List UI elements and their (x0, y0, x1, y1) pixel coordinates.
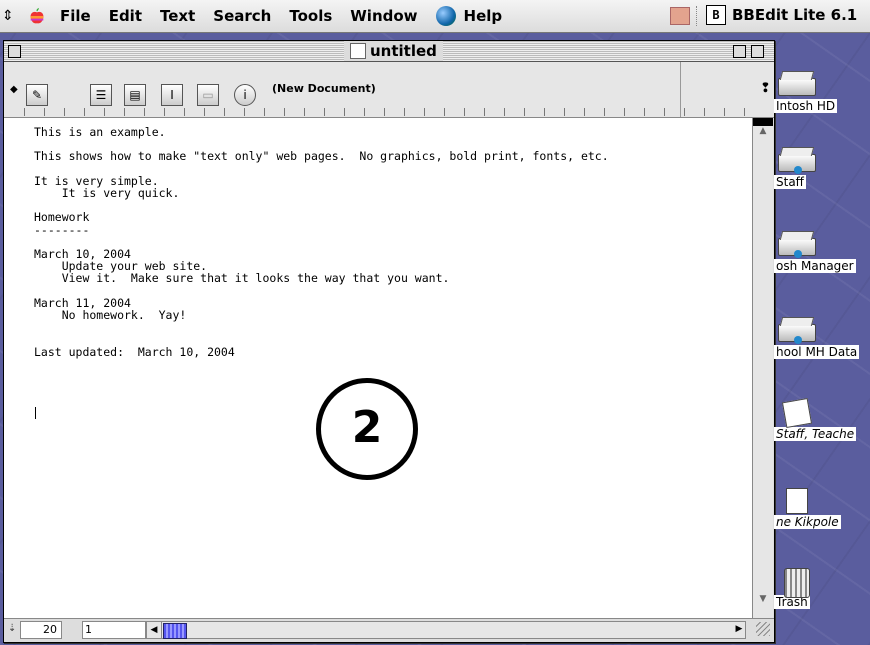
hard-drive-icon (778, 78, 816, 96)
desktop-icon-label: Staff (774, 175, 806, 189)
text-cursor-menu-icon[interactable]: I (161, 84, 183, 106)
line-number-field[interactable]: 20 (20, 621, 62, 639)
zoom-box-icon[interactable] (733, 45, 746, 58)
menu-text[interactable]: Text (160, 7, 195, 25)
document-menu-icon[interactable]: ▤ (124, 84, 146, 106)
menubar-divider (696, 6, 699, 26)
scroll-right-icon[interactable]: ▶ (732, 621, 746, 637)
alias-document-icon (781, 397, 813, 429)
wrap-toggle-icon[interactable]: ⇣ (8, 623, 16, 634)
info-icon[interactable]: i (234, 84, 256, 106)
document-window: untitled ◆ ✎ ☰ ▤ I ▭ i (New Document) ❢ … (3, 40, 775, 643)
document-icon (350, 43, 366, 59)
help-globe-icon[interactable] (435, 6, 456, 26)
text-cursor (35, 407, 36, 419)
scroll-up-icon[interactable]: ▲ (753, 126, 773, 142)
desktop-icon-kikpole[interactable]: ne Kikpole (774, 488, 870, 533)
collapse-box-icon[interactable] (751, 45, 764, 58)
apple-menu-icon[interactable] (28, 7, 46, 25)
desktop-icon-label: osh Manager (774, 259, 856, 273)
desktop-icon-hard-drive[interactable]: Intosh HD (774, 72, 870, 117)
window-title: untitled (370, 42, 437, 60)
desktop: ⇕ File Edit Text Search Tools Window Hel… (0, 0, 870, 645)
diamond-marker-icon: ◆ (10, 84, 18, 95)
folder-button-icon[interactable]: ▭ (197, 84, 219, 106)
status-bar: ⇣ 20 1 ◀ (4, 618, 774, 642)
menu-window[interactable]: Window (350, 7, 417, 25)
desktop-icon-trash[interactable]: Trash (774, 568, 870, 613)
menu-search[interactable]: Search (213, 7, 271, 25)
function-menu-icon[interactable]: ☰ (90, 84, 112, 106)
menu-help[interactable]: Help (464, 7, 503, 25)
bbedit-app-icon: B (706, 5, 726, 25)
document-toolbar: ◆ ✎ ☰ ▤ I ▭ i (New Document) ❢ (4, 62, 774, 118)
desktop-icon-staff[interactable]: Staff (774, 148, 870, 193)
folder-menu-icon[interactable] (670, 7, 690, 25)
scroll-left-icon[interactable]: ◀ (147, 622, 162, 638)
text-editor[interactable]: This is an example. This shows how to ma… (4, 118, 752, 618)
window-title-area: untitled (344, 41, 443, 61)
menu-tools[interactable]: Tools (289, 7, 332, 25)
document-text[interactable]: This is an example. This shows how to ma… (34, 126, 609, 358)
vertical-scrollbar[interactable]: ▲ ▼ (752, 118, 773, 618)
step-number-badge: 2 (316, 378, 418, 480)
desktop-icon-label: Staff, Teache (774, 427, 857, 441)
trash-icon (784, 568, 810, 598)
menu-edit[interactable]: Edit (109, 7, 142, 25)
desktop-icon-school-data[interactable]: hool MH Data (774, 318, 870, 363)
desktop-icon-label: Intosh HD (774, 99, 838, 113)
resize-grip-icon[interactable] (756, 622, 770, 636)
desktop-icon-label: ne Kikpole (774, 515, 841, 529)
menu-file[interactable]: File (60, 7, 91, 25)
application-strip-icon[interactable]: ⇕ (2, 8, 14, 24)
document-status: (New Document) (272, 82, 376, 95)
scroll-down-icon[interactable]: ▼ (753, 594, 773, 610)
ruler (24, 106, 764, 116)
alias-file-icon (786, 488, 808, 514)
window-title-bar[interactable]: untitled (4, 41, 774, 62)
scroll-thumb[interactable] (163, 623, 187, 639)
split-bar[interactable] (753, 118, 773, 126)
pencil-icon[interactable]: ✎ (26, 84, 48, 106)
marker-icon[interactable]: ❢ (760, 81, 771, 96)
column-number-field[interactable]: 1 (82, 621, 146, 639)
close-box-icon[interactable] (8, 45, 21, 58)
application-menu[interactable]: B BBEdit Lite 6.1 (706, 5, 857, 25)
application-name: BBEdit Lite 6.1 (732, 6, 858, 24)
horizontal-scrollbar[interactable]: ◀ (146, 621, 746, 639)
desktop-icon-label: hool MH Data (774, 345, 860, 359)
desktop-icon-manager[interactable]: osh Manager (774, 232, 870, 277)
desktop-icon-staff-teacher[interactable]: Staff, Teache (774, 397, 870, 445)
